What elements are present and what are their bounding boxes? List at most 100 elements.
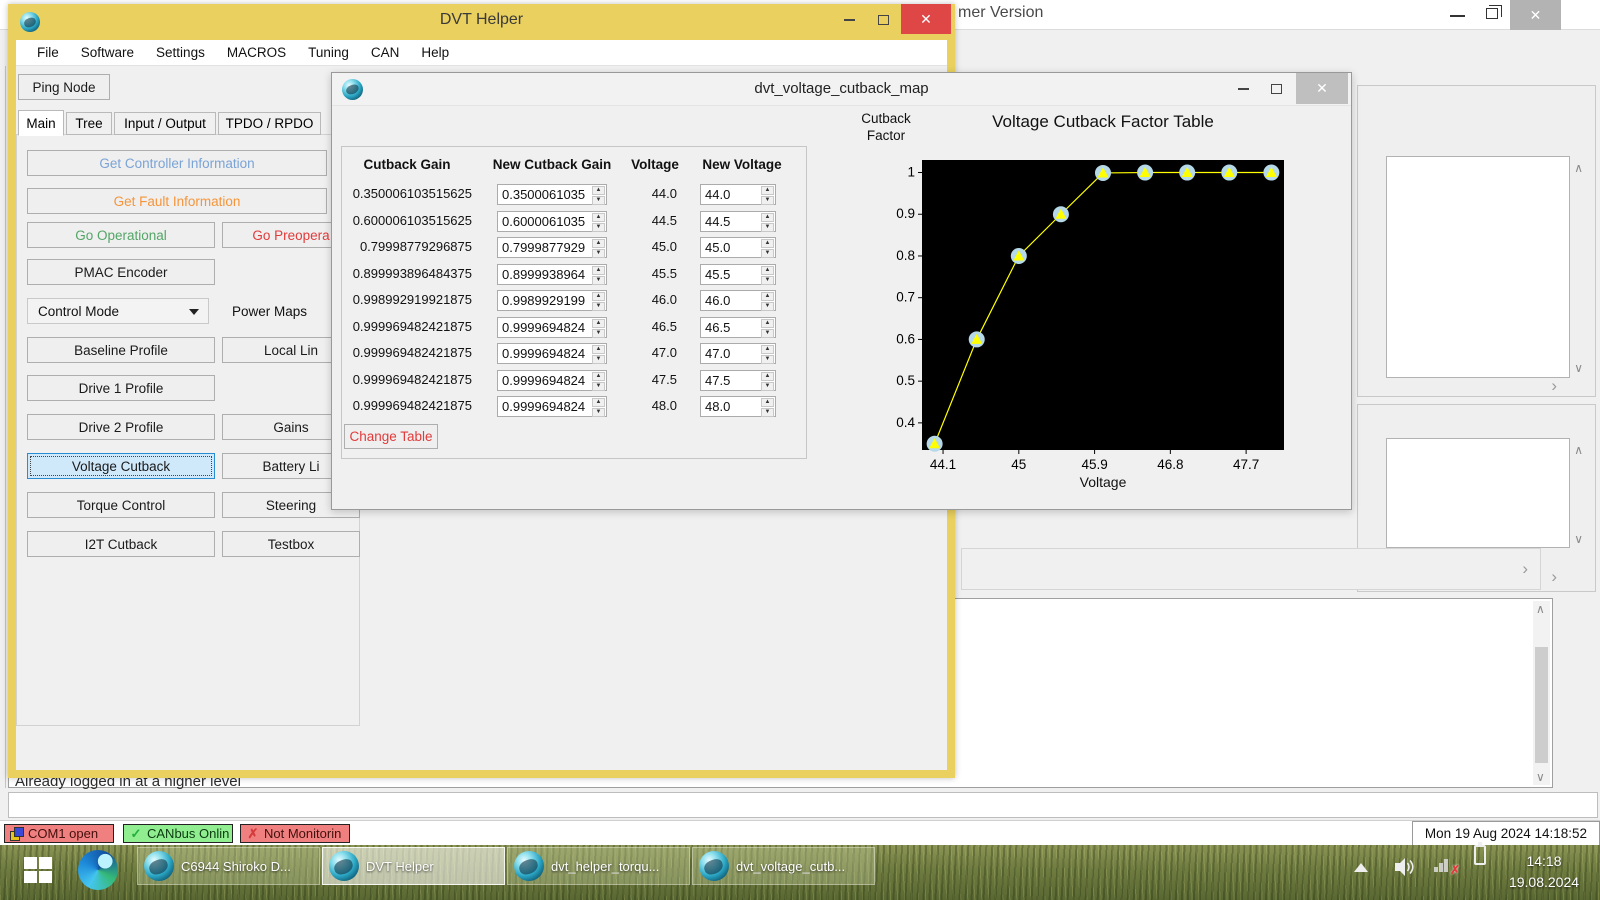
speaker-icon[interactable] [1394,857,1418,877]
control-mode-dropdown[interactable]: Control Mode [27,298,209,324]
new-voltage-input[interactable]: 46.0▲▼ [700,290,776,311]
new-voltage-input[interactable]: 44.5▲▼ [700,211,776,232]
tray-clock[interactable]: 14:18 19.08.2024 [1498,851,1590,893]
spinner-up-icon[interactable]: ▲ [592,372,605,381]
tab-input-output[interactable]: Input / Output [114,112,216,135]
dvt-helper-titlebar[interactable]: DVT Helper ✕ [8,4,955,40]
spinner-up-icon[interactable]: ▲ [761,292,774,301]
voltage-cutback-button[interactable]: Voltage Cutback [27,453,215,479]
scrollbar-thumb[interactable] [1535,647,1548,763]
spinner-down-icon[interactable]: ▼ [761,302,774,311]
drive-2-profile-button[interactable]: Drive 2 Profile [27,414,215,440]
new-voltage-input[interactable]: 46.5▲▼ [700,317,776,338]
expand-chevron-icon[interactable]: › [1551,378,1557,394]
battery-icon[interactable] [1474,845,1486,865]
i2t-cutback-button[interactable]: I2T Cutback [27,531,215,557]
torque-control-button[interactable]: Torque Control [27,492,215,518]
taskbar-item-dvt-helper[interactable]: DVT Helper [322,847,505,885]
new-cutback-gain-input[interactable]: 0.6000061035▲▼ [497,211,607,232]
spinner-down-icon[interactable]: ▼ [761,329,774,338]
ping-node-button[interactable]: Ping Node [18,74,110,100]
menu-item-file[interactable]: File [26,40,70,66]
expand-chevron-icon[interactable]: › [1522,561,1528,577]
spinner-up-icon[interactable]: ▲ [761,319,774,328]
scroll-up-icon[interactable]: ∧ [1574,444,1583,456]
menu-item-software[interactable]: Software [70,40,145,66]
list-box[interactable] [1386,156,1570,378]
spinner-up-icon[interactable]: ▲ [592,186,605,195]
expand-chevron-icon[interactable]: › [1551,569,1557,585]
spinner-down-icon[interactable]: ▼ [592,382,605,391]
spinner-up-icon[interactable]: ▲ [761,266,774,275]
status-badge-cross[interactable]: ✗Not Monitorin [240,824,350,843]
maximize-icon[interactable] [1263,75,1289,103]
spinner-down-icon[interactable]: ▼ [761,196,774,205]
change-table-button[interactable]: Change Table [344,424,438,449]
spinner-up-icon[interactable]: ▲ [592,239,605,248]
taskbar-item-dvt-voltage-cutb-[interactable]: dvt_voltage_cutb... [692,847,875,885]
log-scrollbar[interactable]: ∧ ∨ [1533,601,1550,785]
edge-browser-icon[interactable] [78,850,118,890]
spinner-down-icon[interactable]: ▼ [592,196,605,205]
pmac-encoder-button[interactable]: PMAC Encoder [27,259,215,285]
scroll-down-icon[interactable]: ∨ [1574,533,1583,545]
spinner-down-icon[interactable]: ▼ [592,329,605,338]
spinner-up-icon[interactable]: ▲ [761,372,774,381]
taskbar-item-c6944-shiroko-d-[interactable]: C6944 Shiroko D... [137,847,320,885]
new-voltage-input[interactable]: 45.0▲▼ [700,237,776,258]
scroll-down-icon[interactable]: ∨ [1536,771,1545,783]
close-icon[interactable]: ✕ [1510,0,1561,30]
scroll-up-icon[interactable]: ∧ [1536,603,1545,615]
windows-start-icon[interactable] [24,857,54,884]
get-controller-information-button[interactable]: Get Controller Information [27,150,327,176]
network-icon[interactable]: ✗ [1434,857,1456,875]
spinner-down-icon[interactable]: ▼ [592,249,605,258]
menu-item-can[interactable]: CAN [360,40,411,66]
minimize-icon[interactable] [1450,15,1465,17]
tab-main[interactable]: Main [18,110,64,136]
spinner-up-icon[interactable]: ▲ [592,345,605,354]
new-voltage-input[interactable]: 47.5▲▼ [700,370,776,391]
spinner-up-icon[interactable]: ▲ [592,398,605,407]
tray-expand-icon[interactable] [1354,863,1368,872]
spinner-up-icon[interactable]: ▲ [761,239,774,248]
spinner-up-icon[interactable]: ▲ [592,319,605,328]
new-voltage-input[interactable]: 47.0▲▼ [700,343,776,364]
tab-tree[interactable]: Tree [66,112,112,135]
new-cutback-gain-input[interactable]: 0.7999877929▲▼ [497,237,607,258]
minimize-icon[interactable] [1230,75,1256,103]
spinner-up-icon[interactable]: ▲ [761,345,774,354]
spinner-down-icon[interactable]: ▼ [761,408,774,417]
new-voltage-input[interactable]: 45.5▲▼ [700,264,776,285]
taskbar-item-dvt-helper-torqu-[interactable]: dvt_helper_torqu... [507,847,690,885]
new-voltage-input[interactable]: 48.0▲▼ [700,396,776,417]
tab-tpdo-rpdo[interactable]: TPDO / RPDO [218,112,321,135]
list-box[interactable] [1386,438,1570,548]
drive-1-profile-button[interactable]: Drive 1 Profile [27,375,215,401]
new-cutback-gain-input[interactable]: 0.9999694824▲▼ [497,396,607,417]
spinner-up-icon[interactable]: ▲ [592,213,605,222]
menu-item-tuning[interactable]: Tuning [297,40,360,66]
menu-item-settings[interactable]: Settings [145,40,216,66]
spinner-down-icon[interactable]: ▼ [592,408,605,417]
new-cutback-gain-input[interactable]: 0.9989929199▲▼ [497,290,607,311]
spinner-up-icon[interactable]: ▲ [592,266,605,275]
spinner-down-icon[interactable]: ▼ [761,382,774,391]
get-fault-information-button[interactable]: Get Fault Information [27,188,327,214]
spinner-up-icon[interactable]: ▲ [592,292,605,301]
new-cutback-gain-input[interactable]: 0.9999694824▲▼ [497,370,607,391]
spinner-up-icon[interactable]: ▲ [761,186,774,195]
status-badge-serial-port[interactable]: COM1 open [4,824,114,843]
scroll-down-icon[interactable]: ∨ [1574,362,1583,374]
new-cutback-gain-input[interactable]: 0.9999694824▲▼ [497,317,607,338]
go-operational-button[interactable]: Go Operational [27,222,215,248]
testbox-button[interactable]: Testbox [222,531,360,557]
new-voltage-input[interactable]: 44.0▲▼ [700,184,776,205]
spinner-down-icon[interactable]: ▼ [761,249,774,258]
spinner-down-icon[interactable]: ▼ [592,223,605,232]
baseline-profile-button[interactable]: Baseline Profile [27,337,215,363]
spinner-down-icon[interactable]: ▼ [592,302,605,311]
spinner-up-icon[interactable]: ▲ [761,213,774,222]
dialog-titlebar[interactable]: dvt_voltage_cutback_map ✕ [332,73,1351,106]
scroll-up-icon[interactable]: ∧ [1574,162,1583,174]
